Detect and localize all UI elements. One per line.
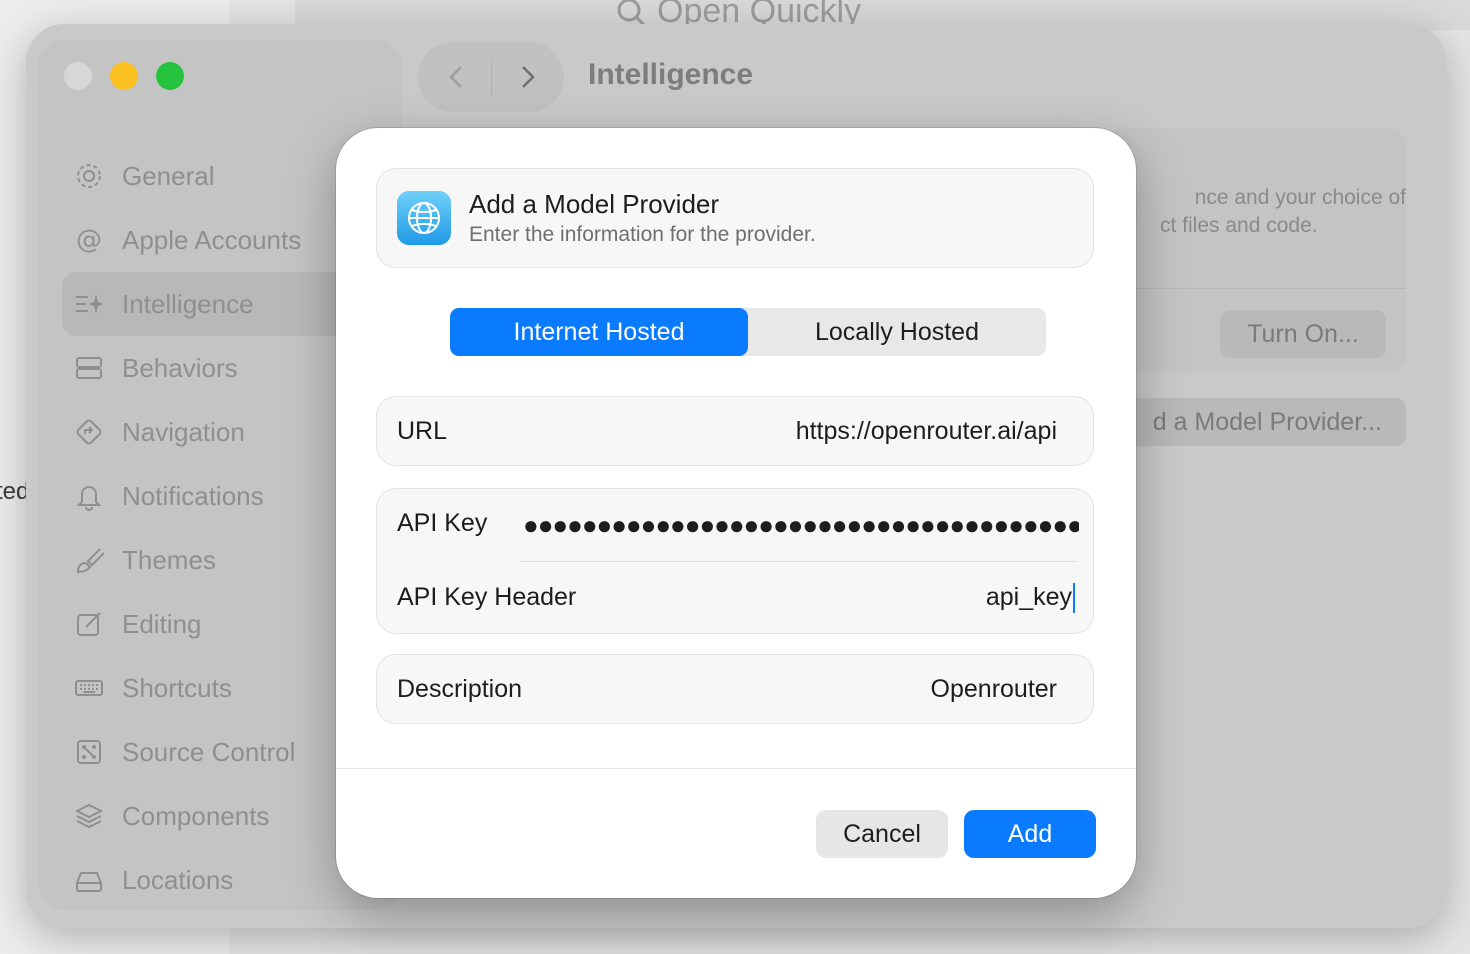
row-divider xyxy=(521,561,1077,562)
segment-locally-hosted[interactable]: Locally Hosted xyxy=(748,308,1046,356)
window-zoom-button[interactable] xyxy=(156,62,184,90)
diamond-arrow-icon xyxy=(74,417,104,447)
segment-internet-hosted[interactable]: Internet Hosted xyxy=(450,308,748,356)
sidebar-item-label: Apple Accounts xyxy=(122,224,302,255)
turn-on-button[interactable]: Turn On... xyxy=(1220,310,1386,358)
footer-divider xyxy=(336,768,1136,769)
add-model-provider-sheet: Add a Model Provider Enter the informati… xyxy=(336,128,1136,898)
drive-icon xyxy=(74,865,104,895)
bell-icon xyxy=(74,481,104,511)
sidebar-item-label: Behaviors xyxy=(122,352,238,383)
hosting-segmented-control: Internet Hosted Locally Hosted xyxy=(450,308,1046,356)
cancel-button[interactable]: Cancel xyxy=(816,810,948,858)
sidebar-item-label: Components xyxy=(122,800,270,831)
description-label: Description xyxy=(397,675,523,703)
sidebar-item-label: General xyxy=(122,160,215,191)
add-model-provider-button[interactable]: d a Model Provider... xyxy=(1112,398,1406,446)
sidebar-item-label: Notifications xyxy=(122,480,264,511)
add-button[interactable]: Add xyxy=(964,810,1096,858)
url-label: URL xyxy=(397,417,448,445)
edit-square-icon xyxy=(74,609,104,639)
card-divider xyxy=(1106,288,1406,289)
globe-icon xyxy=(397,191,451,245)
window-title: Intelligence xyxy=(588,58,754,91)
nav-separator xyxy=(491,58,492,96)
layers-icon xyxy=(74,801,104,831)
window-close-button[interactable] xyxy=(64,62,92,90)
sheet-header: Add a Model Provider Enter the informati… xyxy=(376,168,1094,268)
api-key-header-field[interactable]: api_key xyxy=(985,583,1075,614)
background-cut-text: ted xyxy=(0,478,30,505)
url-row: URL https://openrouter.ai/api xyxy=(376,396,1094,466)
window-minimize-button[interactable] xyxy=(110,62,138,90)
svg-text:@: @ xyxy=(76,225,102,255)
nav-buttons xyxy=(418,42,564,112)
stack-rect-icon xyxy=(74,353,104,383)
api-key-field[interactable]: ●●●●●●●●●●●●●●●●●●●●●●●●●●●●●●●●●●●●●●●●… xyxy=(523,505,1079,545)
sidebar-item-label: Locations xyxy=(122,864,234,895)
api-key-header-value: api_key xyxy=(985,583,1072,611)
api-key-header-label: API Key Header xyxy=(397,583,577,611)
description-field[interactable]: Openrouter xyxy=(931,675,1057,704)
sidebar-item-label: Shortcuts xyxy=(122,672,232,703)
sparkle-list-icon xyxy=(74,289,104,319)
source-control-icon xyxy=(74,737,104,767)
sidebar-item-label: Source Control xyxy=(122,736,296,767)
sidebar-item-label: Intelligence xyxy=(122,288,254,319)
description-line: nce and your choice of xyxy=(1194,186,1406,209)
chevron-left-icon[interactable] xyxy=(444,64,470,90)
api-key-label: API Key xyxy=(397,509,488,537)
sidebar-item-label: Navigation xyxy=(122,416,245,447)
paintbrush-icon xyxy=(74,545,104,575)
api-key-group: API Key ●●●●●●●●●●●●●●●●●●●●●●●●●●●●●●●●… xyxy=(376,488,1094,634)
description-line: ct files and code. xyxy=(1160,214,1318,237)
sheet-subtitle: Enter the information for the provider. xyxy=(469,223,816,246)
text-caret xyxy=(1073,583,1075,614)
chevron-right-icon[interactable] xyxy=(514,64,540,90)
description-row: Description Openrouter xyxy=(376,654,1094,724)
gear-icon xyxy=(74,161,104,191)
at-sign-icon: @ xyxy=(74,225,104,255)
intelligence-description: nce and your choice of ct files and code… xyxy=(1116,184,1406,240)
keyboard-icon xyxy=(74,673,104,703)
url-field[interactable]: https://openrouter.ai/api xyxy=(796,417,1057,446)
sidebar-item-label: Editing xyxy=(122,608,202,639)
sidebar-item-label: Themes xyxy=(122,544,216,575)
sheet-title: Add a Model Provider xyxy=(469,189,720,219)
